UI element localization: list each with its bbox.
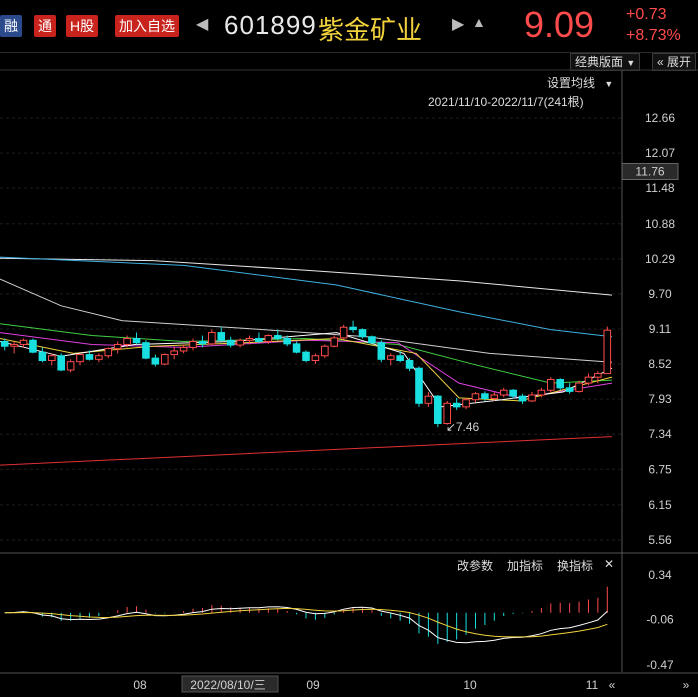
candle-body [236, 339, 244, 346]
candle-body [396, 355, 404, 362]
candle-body [575, 382, 583, 392]
candle-body [434, 395, 442, 425]
ma-line-ma60 [0, 278, 613, 363]
y-tick-label: 10.29 [645, 252, 675, 266]
candle-body [273, 335, 282, 340]
ma-line-ma250 [0, 257, 613, 296]
candle-body [95, 355, 103, 360]
candle-body [330, 337, 339, 347]
indicator-tick-label: 0.34 [648, 568, 672, 582]
candlestick-chart[interactable]: 12.66 12.07 11.48 10.88 10.29 9.70 9.11 8.52 7.9… [0, 0, 698, 697]
candle-body [123, 338, 131, 345]
y-tick-label: 7.34 [648, 427, 672, 441]
candle-body [452, 402, 461, 408]
candle-body [368, 336, 376, 344]
candle-body [151, 357, 160, 365]
candle-body [339, 326, 348, 339]
candle-body [556, 379, 565, 389]
ma-line-ma10 [0, 337, 613, 402]
candle-body [349, 326, 357, 331]
candle-body [160, 354, 169, 365]
candle-body [170, 350, 178, 356]
candle-body [38, 351, 47, 362]
candle-body [255, 338, 263, 342]
x-tick-label: 08 [133, 678, 147, 692]
candle-body [584, 376, 593, 384]
candle-body [29, 339, 37, 353]
candle-body [85, 354, 94, 360]
candle-body [283, 338, 291, 345]
candle-body [292, 343, 301, 353]
candle-body [528, 394, 536, 402]
candle-body [47, 355, 56, 362]
candle-body [189, 340, 197, 348]
scroll-left-icon: « [609, 678, 616, 692]
candle-body [509, 389, 517, 397]
candle-body [226, 339, 235, 346]
y-tick-label: 9.11 [649, 322, 672, 336]
candle-body [415, 367, 423, 404]
candle-body [603, 329, 612, 375]
scroll-right-icon: » [683, 678, 690, 692]
candle-body [76, 354, 84, 363]
y-tick-label: 6.75 [648, 462, 672, 476]
y-tick-label: 12.07 [645, 146, 675, 160]
candle-body [302, 351, 310, 362]
y-tick-label: 10.88 [645, 217, 675, 231]
candle-body [377, 342, 386, 360]
candle-body [481, 393, 489, 400]
ma-line-ma20 [0, 332, 613, 399]
candle-body [142, 342, 150, 359]
x-tick-label: 09 [306, 678, 320, 692]
candle-body [358, 329, 367, 338]
current-value-label: 11.76 [635, 164, 664, 178]
candle-body [537, 389, 546, 396]
trend-line [0, 436, 613, 466]
candle-body [499, 389, 508, 396]
y-tick-label: 8.52 [648, 357, 672, 371]
candle-body [518, 395, 527, 402]
candle-body [113, 343, 122, 350]
low-annotation: ↙7.46 [446, 420, 480, 434]
candle-body [565, 387, 574, 392]
candle-body [311, 355, 320, 362]
candle-body [132, 338, 141, 344]
x-tick-label: 11 [586, 678, 599, 692]
y-tick-label: 11.48 [645, 181, 674, 195]
indicator-tick-label: -0.06 [646, 612, 674, 626]
candle-body [217, 332, 226, 341]
candle-body [264, 335, 273, 342]
candle-body [594, 373, 602, 378]
candle-body [386, 355, 395, 360]
dif-line [4, 606, 608, 644]
candle-body [405, 360, 414, 369]
candle-body [547, 379, 555, 391]
x-tick-label: 2022/08/10/三 [190, 678, 265, 692]
candle-body [0, 340, 9, 347]
candle-body [198, 340, 207, 345]
candle-body [19, 339, 28, 345]
y-tick-label: 6.15 [648, 498, 672, 512]
candle-body [57, 355, 65, 371]
candle-body [321, 345, 329, 357]
candle-body [245, 338, 254, 341]
candle-body [462, 399, 470, 408]
candle-body [208, 332, 216, 345]
candle-body [66, 361, 75, 371]
y-tick-label: 5.56 [648, 533, 672, 547]
y-tick-label: 12.66 [645, 111, 675, 125]
indicator-tick-label: -0.47 [646, 658, 674, 672]
candle-body [471, 393, 480, 401]
ma-line-ma120 [0, 256, 613, 338]
candle-body [104, 348, 113, 357]
candle-body [179, 346, 188, 352]
candle-body [490, 394, 499, 400]
y-tick-label: 7.93 [648, 392, 672, 406]
candle-body [10, 343, 18, 347]
x-tick-label: 10 [463, 678, 477, 692]
candle-body [424, 395, 433, 404]
y-tick-label: 9.70 [648, 287, 672, 301]
